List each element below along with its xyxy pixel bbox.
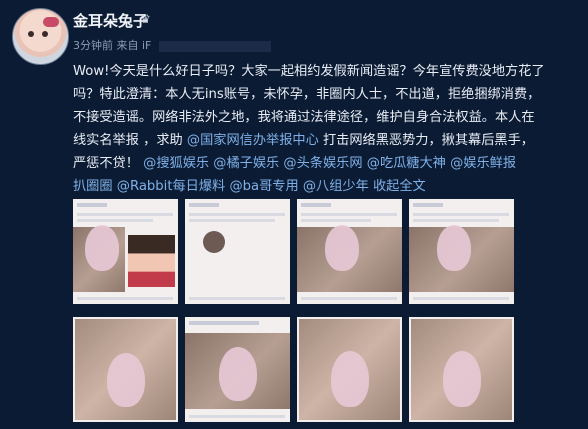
avatar-eye-left	[28, 31, 34, 37]
content-line-5: 严惩不贷！ @搜狐娱乐 @橘子娱乐 @头条娱乐网 @吃瓜糖大神 @娱乐鲜报	[73, 152, 573, 175]
image-text-line	[77, 219, 153, 222]
content-line-4: 线实名举报 ，求助 @国家网信办举报中心 打击网络黑恶势力，揪其幕后黑手，	[73, 129, 573, 152]
mention-tag[interactable]: @头条娱乐网	[283, 156, 362, 171]
image-header-bar	[189, 321, 259, 325]
image-text-line	[189, 219, 275, 222]
mention-tag[interactable]: @八组少年	[303, 179, 369, 194]
post-image-4[interactable]	[409, 199, 514, 304]
image-text-line	[413, 219, 499, 222]
avatar-bow	[43, 17, 59, 27]
image-footer-bar	[189, 297, 285, 300]
post-content: Wow!今天是什么好日子吗？大家一起相约发假新闻造谣？今年宣传费没地方花了 吗？…	[73, 60, 573, 198]
crown-badge-icon: ♛	[140, 12, 151, 26]
image-text-line	[301, 213, 397, 216]
woman-photo	[128, 235, 175, 287]
content-line-4-tail: 打击网络黑恶势力，揪其幕后黑手，	[318, 133, 534, 148]
content-line-4-text: 线实名举报 ，求助	[73, 133, 183, 148]
image-header-bar	[301, 203, 331, 207]
mention-tag[interactable]: @ba哥专用	[229, 179, 298, 194]
pregnant-silhouette	[437, 225, 471, 271]
post-meta: 3分钟前 来自 iF	[73, 37, 271, 53]
post-image-7[interactable]	[297, 317, 402, 422]
image-header-bar	[189, 203, 219, 207]
mention-tag[interactable]: @搜狐娱乐	[143, 156, 209, 171]
content-line-5-text: 严惩不贷！	[73, 156, 139, 171]
content-line-6: 扒圈圈 @Rabbit每日爆料 @ba哥专用 @八组少年 收起全文	[73, 175, 573, 198]
collapse-text-link[interactable]: 收起全文	[373, 179, 426, 194]
post-image-6[interactable]	[185, 317, 290, 422]
image-footer-bar	[301, 297, 397, 300]
pregnant-silhouette	[219, 347, 257, 401]
image-text-line	[189, 213, 285, 216]
content-line-3: 不接受造谣。网络非法外之地，我将通过法律途径，维护自身合法权益。本人在	[73, 110, 535, 125]
image-header-bar	[413, 203, 443, 207]
blurred-source	[158, 40, 271, 52]
post-image-8[interactable]	[409, 317, 514, 422]
content-line-2: 吗？特此澄清：本人无ins账号，未怀孕，非圈内人士，不出道，拒绝捆绑消费，	[73, 87, 541, 102]
post-source: 来自 iF	[116, 39, 152, 52]
image-text-line	[77, 213, 173, 216]
post-image-5[interactable]	[73, 317, 178, 422]
mention-tag[interactable]: @国家网信办举报中心	[187, 133, 319, 148]
pregnant-silhouette	[85, 225, 119, 271]
pregnant-silhouette	[325, 225, 359, 271]
image-footer-bar	[189, 415, 285, 418]
mention-tag[interactable]: @Rabbit每日爆料	[117, 179, 225, 194]
post-image-1[interactable]	[73, 199, 178, 304]
image-text-line	[301, 219, 371, 222]
mention-tag[interactable]: @吃瓜糖大神	[367, 156, 446, 171]
image-footer-bar	[413, 297, 509, 300]
image-footer-bar	[77, 297, 173, 300]
profile-thumbnail	[203, 231, 225, 253]
mention-tag[interactable]: 扒圈圈	[73, 179, 113, 194]
author-name[interactable]: 金耳朵兔子	[73, 10, 148, 31]
pregnant-silhouette	[107, 353, 145, 407]
image-text-line	[413, 213, 509, 216]
mention-tag[interactable]: @娱乐鲜报	[450, 156, 516, 171]
post-image-2[interactable]	[185, 199, 290, 304]
image-header-bar	[77, 203, 107, 207]
post-time: 3分钟前	[73, 39, 113, 52]
author-avatar[interactable]	[12, 8, 69, 65]
post-image-3[interactable]	[297, 199, 402, 304]
avatar-eye-right	[42, 31, 48, 37]
mention-tag[interactable]: @橘子娱乐	[213, 156, 279, 171]
pregnant-silhouette	[443, 351, 481, 407]
content-line-1: Wow!今天是什么好日子吗？大家一起相约发假新闻造谣？今年宣传费没地方花了	[73, 64, 545, 79]
pregnant-silhouette	[331, 351, 369, 407]
